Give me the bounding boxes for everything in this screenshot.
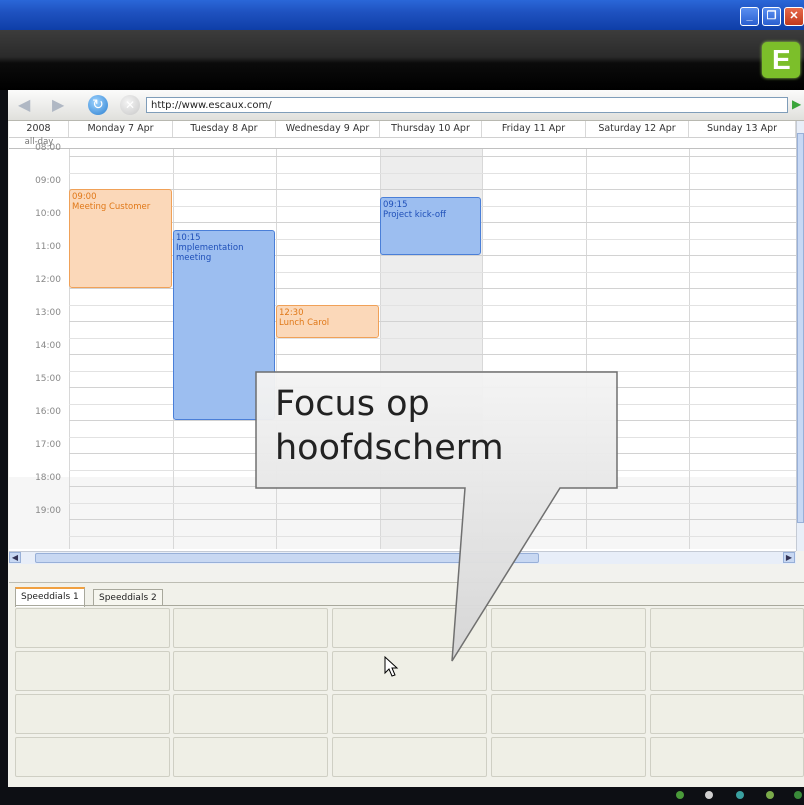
tray-icon[interactable] [794, 791, 802, 799]
callout-line-1: Focus op [275, 384, 430, 424]
tray-icon[interactable] [676, 791, 684, 799]
system-tray [0, 787, 804, 805]
mouse-cursor-icon [384, 656, 399, 677]
tray-icon[interactable] [736, 791, 744, 799]
callout-text: Focus op hoofdscherm [275, 382, 615, 470]
callout-line-2: hoofdscherm [275, 428, 504, 468]
tray-icon[interactable] [766, 791, 774, 799]
tray-icon[interactable] [705, 791, 713, 799]
